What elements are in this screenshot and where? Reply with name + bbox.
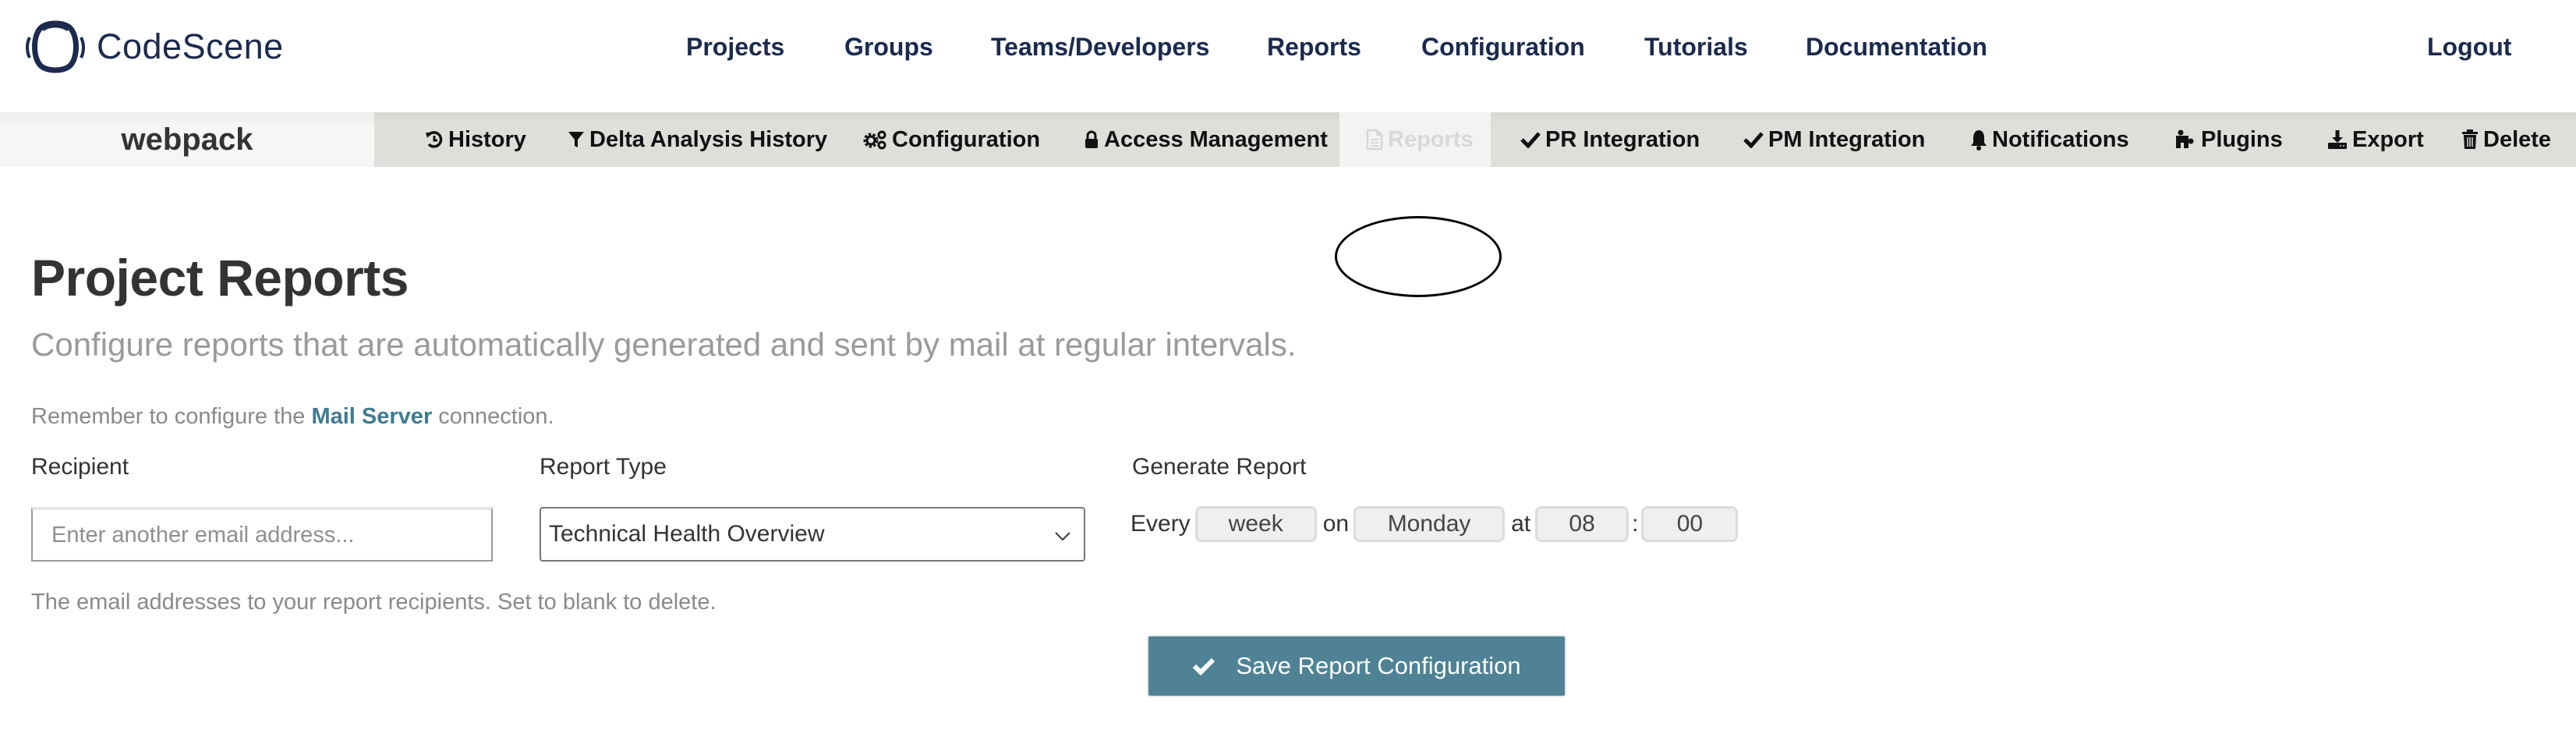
tab-history[interactable]: History — [425, 112, 526, 167]
interval-select[interactable]: week — [1194, 506, 1317, 542]
schedule-row: Every week on Monday at 08 : 00 — [1131, 505, 1744, 543]
page-subtitle: Configure reports that are automatically… — [31, 326, 1297, 363]
nav-reports[interactable]: Reports — [1267, 33, 1361, 62]
mail-note-prefix: Remember to configure the — [31, 404, 312, 429]
tab-notifications-label: Notifications — [1992, 126, 2129, 152]
report-type-label: Report Type — [540, 454, 667, 480]
mail-server-note: Remember to configure the Mail Server co… — [31, 404, 554, 430]
tab-pm-integration-label: PM Integration — [1768, 126, 1926, 152]
tab-access-management-label: Access Management — [1104, 126, 1328, 152]
history-icon — [426, 131, 443, 148]
every-text: Every — [1131, 511, 1191, 537]
bell-icon — [1971, 130, 1987, 151]
recipient-label: Recipient — [31, 454, 129, 480]
tab-plugins[interactable]: Plugins — [2174, 112, 2283, 167]
tab-delete[interactable]: Delete — [2461, 112, 2551, 167]
day-select[interactable]: Monday — [1353, 506, 1506, 542]
check-icon — [1520, 132, 1541, 148]
save-button-label: Save Report Configuration — [1236, 652, 1521, 679]
tab-configuration[interactable]: Configuration — [862, 112, 1040, 167]
recipient-help-text: The email addresses to your report recip… — [31, 590, 717, 615]
save-report-configuration-button[interactable]: Save Report Configuration — [1147, 635, 1566, 697]
tab-export[interactable]: Export — [2327, 112, 2424, 167]
tab-delete-label: Delete — [2483, 126, 2552, 152]
project-subnav: webpack History Delta Analysis History C… — [0, 112, 2576, 297]
time-separator: : — [1632, 511, 1639, 537]
tab-reports-label: Reports — [1388, 126, 1474, 152]
tab-plugins-label: Plugins — [2201, 126, 2283, 152]
main-nav: Projects Groups Teams/Developers Reports… — [0, 0, 2576, 101]
nav-teams-developers[interactable]: Teams/Developers — [991, 33, 1209, 62]
nav-groups[interactable]: Groups — [844, 33, 933, 62]
download-icon — [2328, 130, 2347, 149]
file-text-icon — [1366, 129, 1383, 151]
chevron-down-icon — [1055, 532, 1070, 541]
mail-server-link[interactable]: Mail Server — [311, 404, 432, 429]
puzzle-icon — [2176, 129, 2194, 148]
logout-link[interactable]: Logout — [2427, 33, 2511, 62]
filter-icon — [568, 132, 584, 147]
nav-projects[interactable]: Projects — [686, 33, 784, 62]
generate-report-label: Generate Report — [1132, 454, 1307, 480]
tab-access-management[interactable]: Access Management — [1084, 112, 1328, 167]
check-icon — [1193, 657, 1215, 675]
tab-pr-integration-label: PR Integration — [1545, 126, 1700, 152]
report-type-select[interactable]: Technical Health Overview — [540, 507, 1085, 562]
nav-configuration[interactable]: Configuration — [1421, 33, 1585, 62]
project-name: webpack — [0, 112, 374, 167]
trash-icon — [2462, 129, 2478, 149]
highlight-annotation — [1335, 216, 1502, 297]
tab-history-label: History — [448, 126, 526, 152]
tab-export-label: Export — [2352, 126, 2424, 152]
page-title: Project Reports — [31, 249, 409, 307]
hour-select[interactable]: 08 — [1535, 506, 1629, 542]
tab-pr-integration[interactable]: PR Integration — [1520, 112, 1700, 167]
at-text: at — [1511, 511, 1531, 537]
tab-configuration-label: Configuration — [892, 126, 1041, 152]
report-type-selected: Technical Health Overview — [549, 521, 825, 547]
nav-tutorials[interactable]: Tutorials — [1644, 33, 1748, 62]
check-icon — [1743, 132, 1764, 148]
tab-pm-integration[interactable]: PM Integration — [1743, 112, 1925, 167]
on-text: on — [1322, 511, 1350, 537]
minute-select[interactable]: 00 — [1641, 506, 1739, 542]
tab-delta-analysis-history-label: Delta Analysis History — [589, 126, 828, 152]
lock-icon — [1085, 130, 1098, 148]
tab-notifications[interactable]: Notifications — [1970, 112, 2129, 167]
nav-documentation[interactable]: Documentation — [1806, 33, 1987, 62]
recipient-email-input[interactable] — [31, 507, 493, 562]
mail-note-suffix: connection. — [432, 404, 554, 429]
gears-icon — [863, 130, 886, 150]
tab-reports[interactable]: Reports — [1339, 112, 1491, 167]
top-header: CodeScene Projects Groups Teams/Develope… — [0, 0, 2576, 101]
tab-delta-analysis-history[interactable]: Delta Analysis History — [568, 112, 827, 167]
